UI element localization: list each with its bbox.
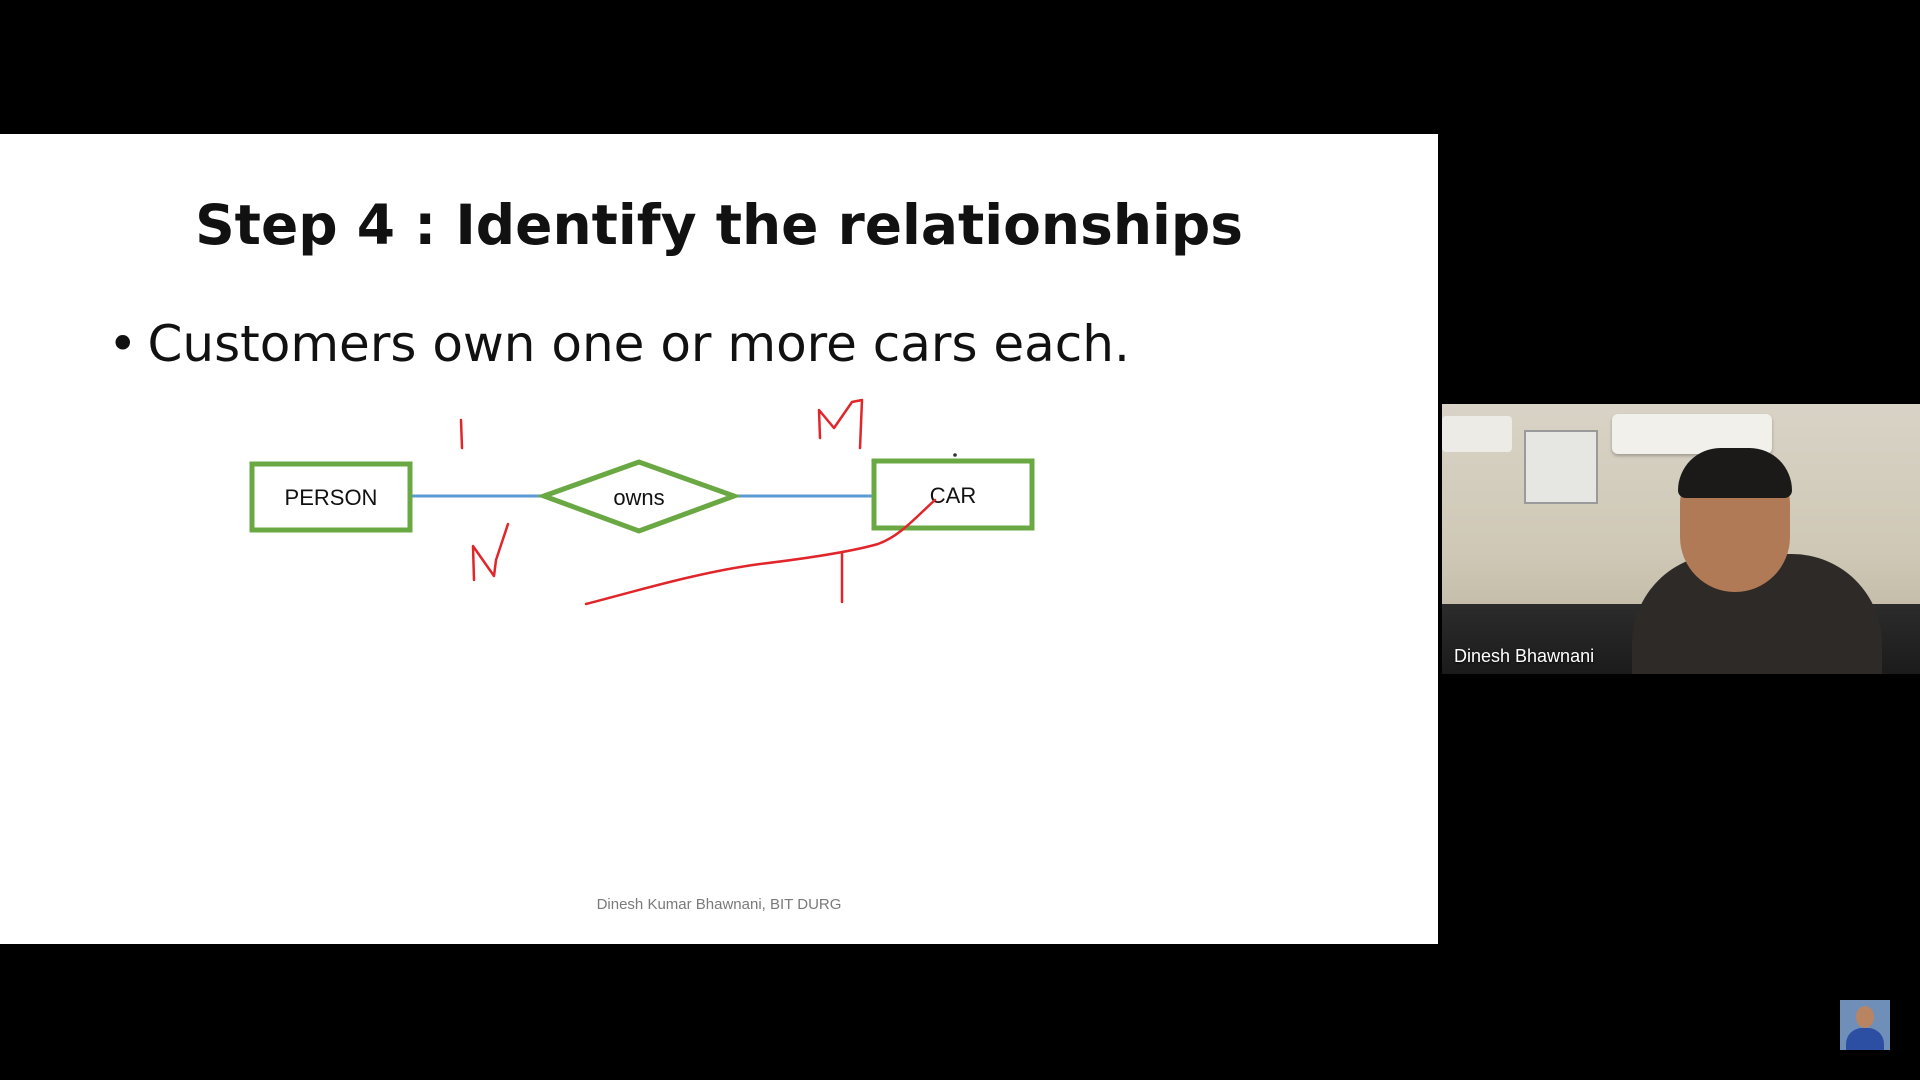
slide-footer: Dinesh Kumar Bhawnani, BIT DURG [596, 896, 842, 913]
video-background-fixture [1442, 416, 1512, 452]
ink-cardinality-n [471, 522, 510, 582]
ink-cardinality-m [817, 398, 864, 450]
entity-car-label: CAR [930, 483, 976, 508]
ink-dot [953, 453, 957, 457]
participant-hair [1678, 448, 1792, 498]
participant-video-tile[interactable]: Dinesh Bhawnani [1442, 404, 1920, 674]
avatar-body [1846, 1028, 1884, 1050]
participant-name-label: Dinesh Bhawnani [1454, 646, 1595, 666]
relationship-owns-label: owns [613, 485, 664, 510]
er-diagram: PERSON owns CAR [249, 398, 1035, 606]
meeting-screen: Step 4 : Identify the relationships • Cus… [0, 0, 1920, 1080]
entity-person-label: PERSON [285, 485, 378, 510]
video-background-notice [1524, 430, 1598, 504]
ink-cardinality-1 [459, 418, 464, 450]
avatar-head [1856, 1006, 1874, 1028]
participant-avatar-icon[interactable] [1840, 1000, 1890, 1050]
